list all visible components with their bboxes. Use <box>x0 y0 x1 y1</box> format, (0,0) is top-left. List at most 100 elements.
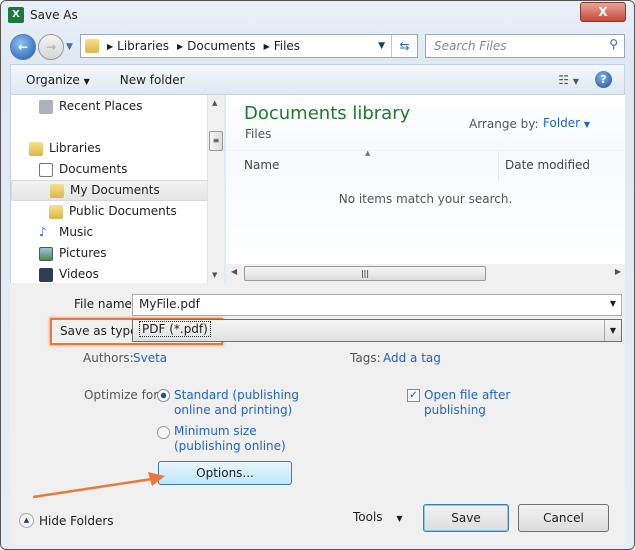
label-line: publishing <box>424 403 486 417</box>
recent-places-icon <box>39 99 53 114</box>
breadcrumb-documents[interactable]: Documents <box>187 39 255 53</box>
chevron-down-icon: ▼ <box>83 76 90 86</box>
history-dropdown-icon[interactable]: ▼ <box>66 42 73 52</box>
radio-standard[interactable] <box>157 389 170 402</box>
nav-label: Music <box>59 225 94 239</box>
refresh-icon[interactable]: ⇆ <box>391 35 417 57</box>
minimum-size-option-label[interactable]: Minimum size (publishing online) <box>174 424 286 454</box>
hide-folders-label: Hide Folders <box>39 513 114 528</box>
label-line: (publishing online) <box>174 439 286 453</box>
open-after-label[interactable]: Open file after publishing <box>424 388 510 418</box>
library-subtitle: Files <box>245 127 272 141</box>
column-name[interactable]: Name <box>244 158 279 172</box>
column-date-modified[interactable]: Date modified <box>498 151 596 181</box>
toolbar: Organize ▼ New folder ☷ ▼ ? <box>10 64 625 95</box>
cancel-button[interactable]: Cancel <box>518 504 609 532</box>
sort-ascending-icon: ▲ <box>365 149 371 157</box>
document-icon <box>39 162 53 177</box>
folder-icon <box>50 183 64 198</box>
libraries-icon <box>29 141 43 156</box>
nav-item-public-documents[interactable]: Public Documents <box>49 201 177 222</box>
breadcrumb-libraries[interactable]: Libraries <box>117 39 169 53</box>
nav-label: Recent Places <box>59 99 143 113</box>
nav-item-videos[interactable]: Videos <box>39 264 99 285</box>
authors-label: Authors: <box>83 351 134 365</box>
horizontal-scrollbar[interactable]: ◀ ||| ▶ <box>226 264 625 283</box>
chevron-down-icon[interactable]: ▼ <box>604 320 621 341</box>
file-name-label: File name: <box>74 297 136 311</box>
hide-folders-button[interactable]: ▲ Hide Folders <box>19 513 114 528</box>
folder-icon <box>85 39 99 53</box>
open-after-checkbox[interactable]: ✓ <box>407 389 420 402</box>
search-input[interactable]: Search Files ⚲ <box>425 34 625 58</box>
file-list-pane: Documents library Files Arrange by: Fold… <box>226 95 625 283</box>
back-button[interactable]: ← <box>10 34 36 60</box>
scroll-up-icon[interactable]: ▲ <box>212 99 217 107</box>
file-name-value: MyFile.pdf <box>139 297 200 311</box>
pictures-icon <box>39 246 53 261</box>
standard-option-label[interactable]: Standard (publishing online and printing) <box>174 388 299 418</box>
arrange-by-dropdown[interactable]: Folder ▼ <box>543 116 590 130</box>
annotation-arrow <box>32 472 165 499</box>
nav-label: Libraries <box>49 141 101 155</box>
authors-value[interactable]: Sveta <box>133 351 167 365</box>
tools-dropdown[interactable]: Tools ▼ <box>353 510 403 524</box>
nav-label: Videos <box>59 267 99 281</box>
tags-label: Tags: <box>350 351 381 365</box>
nav-item-music[interactable]: ♪ Music <box>39 222 93 243</box>
nav-scrollbar[interactable]: ▲ ≡ ▼ <box>207 95 224 283</box>
save-button[interactable]: Save <box>423 504 509 532</box>
empty-message: No items match your search. <box>338 192 513 206</box>
excel-icon: X <box>8 7 24 23</box>
file-name-input[interactable]: MyFile.pdf ▼ <box>132 294 622 316</box>
breadcrumb-arrow-icon: ▶ <box>107 41 114 51</box>
folder-icon <box>49 204 63 219</box>
chevron-down-icon[interactable]: ▼ <box>610 299 616 308</box>
close-button[interactable]: X <box>580 2 626 22</box>
optimize-for-label: Optimize for: <box>84 388 162 402</box>
arrange-value: Folder <box>543 116 581 130</box>
save-as-type-label: Save as type: <box>60 324 142 338</box>
label-line: Standard (publishing <box>174 388 300 402</box>
tools-label: Tools <box>353 510 383 524</box>
window-title: Save As <box>30 8 78 22</box>
breadcrumb-arrow-icon: ▶ <box>263 41 270 51</box>
radio-minimum-size[interactable] <box>157 426 170 439</box>
help-icon[interactable]: ? <box>595 71 612 88</box>
music-icon: ♪ <box>39 225 47 239</box>
new-folder-button[interactable]: New folder <box>120 73 185 87</box>
scroll-right-icon[interactable]: ▶ <box>615 267 621 276</box>
nav-item-libraries[interactable]: Libraries <box>29 138 101 159</box>
nav-label: My Documents <box>70 183 160 197</box>
organize-label: Organize <box>26 72 80 87</box>
organize-button[interactable]: Organize ▼ <box>26 73 90 87</box>
options-button[interactable]: Options... <box>158 461 292 485</box>
chevron-down-icon: ▼ <box>583 120 591 129</box>
navigation-pane: Recent Places Libraries Documents My Doc… <box>10 95 224 283</box>
scroll-thumb[interactable]: ||| <box>244 266 486 281</box>
videos-icon <box>39 267 53 282</box>
forward-button[interactable]: → <box>38 34 64 60</box>
chevron-down-icon: ▼ <box>396 514 403 523</box>
nav-item-documents[interactable]: Documents <box>39 159 127 180</box>
tags-input[interactable]: Add a tag <box>383 351 441 365</box>
collapse-icon: ▲ <box>19 513 34 528</box>
nav-item-recent-places[interactable]: Recent Places <box>39 96 142 117</box>
nav-item-my-documents[interactable]: My Documents <box>11 180 208 201</box>
search-icon[interactable]: ⚲ <box>609 37 618 51</box>
address-dropdown-icon[interactable]: ▼ <box>378 41 385 51</box>
label-line: online and printing) <box>174 403 293 417</box>
view-options-icon[interactable]: ☷ ▼ <box>558 73 579 87</box>
nav-label: Documents <box>59 162 128 176</box>
scroll-thumb[interactable]: ≡ <box>209 131 223 151</box>
breadcrumb-files[interactable]: Files <box>274 39 300 53</box>
nav-label: Pictures <box>59 246 107 260</box>
scroll-down-icon[interactable]: ▼ <box>212 271 217 279</box>
nav-item-pictures[interactable]: Pictures <box>39 243 107 264</box>
scroll-left-icon[interactable]: ◀ <box>231 267 237 276</box>
save-as-type-dropdown[interactable]: PDF (*.pdf) ▼ <box>132 319 622 342</box>
arrange-by-label: Arrange by: <box>469 117 539 131</box>
type-value: PDF (*.pdf) <box>139 321 211 337</box>
library-title: Documents library <box>244 103 411 124</box>
address-bar[interactable]: ▶ Libraries ▶ Documents ▶ Files ▼ ⇆ <box>80 34 418 58</box>
